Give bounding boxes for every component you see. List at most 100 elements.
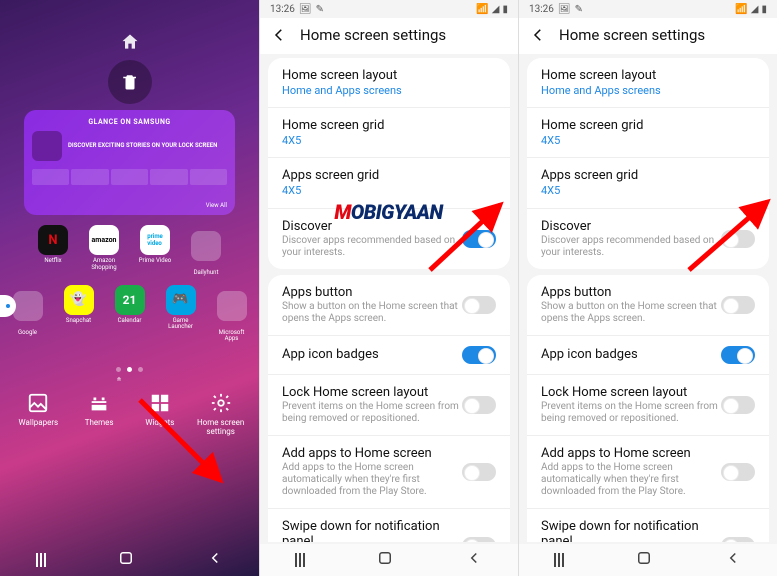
nav-bar — [0, 544, 259, 576]
item-subtitle: 4X5 — [541, 184, 755, 197]
nav-back[interactable] — [465, 549, 483, 571]
nav-recents[interactable] — [554, 553, 564, 567]
item-title: Home screen layout — [541, 68, 755, 83]
nav-home[interactable] — [117, 549, 135, 571]
settings-group: Apps buttonShow a button on the Home scr… — [527, 275, 769, 542]
widgets-button[interactable]: Widgets — [130, 392, 190, 437]
remove-page-button[interactable] — [108, 60, 152, 104]
item-title: Swipe down for notification panel — [541, 519, 721, 542]
app-calendar[interactable]: 21Calendar — [110, 285, 150, 343]
toggle-switch[interactable] — [462, 230, 496, 248]
toggle-switch[interactable] — [462, 537, 496, 542]
glance-viewall[interactable]: View All — [206, 202, 227, 209]
app-dailyhunt[interactable]: Dailyhunt — [186, 225, 226, 277]
item-title: Lock Home screen layout — [282, 385, 462, 400]
page-title: Home screen settings — [559, 26, 705, 44]
app-primevideo[interactable]: primevideoPrime Video — [135, 225, 175, 277]
item-title: Apps button — [282, 285, 462, 300]
settings-item[interactable]: Apps buttonShow a button on the Home scr… — [527, 275, 769, 335]
item-subtitle: Add apps to the Home screen automaticall… — [541, 462, 721, 498]
nav-bar — [260, 544, 518, 576]
settings-item[interactable]: Apps screen grid4X5 — [268, 157, 510, 207]
themes-button[interactable]: Themes — [69, 392, 129, 437]
back-icon[interactable] — [270, 26, 288, 44]
wifi-icon: 📶 — [735, 4, 747, 15]
toggle-switch[interactable] — [721, 463, 755, 481]
item-title: Lock Home screen layout — [541, 385, 721, 400]
settings-group: Apps buttonShow a button on the Home scr… — [268, 275, 510, 542]
app-gamelauncher[interactable]: 🎮Game Launcher — [161, 285, 201, 343]
nav-home[interactable] — [376, 549, 394, 571]
settings-item[interactable]: Home screen grid4X5 — [527, 107, 769, 157]
toggle-switch[interactable] — [721, 396, 755, 414]
toggle-switch[interactable] — [721, 346, 755, 364]
toggle-switch[interactable] — [462, 463, 496, 481]
home-screen-settings-button[interactable]: Home screen settings — [191, 392, 251, 437]
item-subtitle: Prevent items on the Home screen from be… — [541, 401, 721, 425]
toggle-switch[interactable] — [462, 296, 496, 314]
settings-group: Home screen layoutHome and Apps screensH… — [527, 58, 769, 269]
image-icon: 🖼 — [558, 4, 571, 15]
app-snapchat[interactable]: 👻Snapchat — [59, 285, 99, 343]
wallpapers-button[interactable]: Wallpapers — [8, 392, 68, 437]
nav-recents[interactable] — [36, 553, 46, 567]
item-title: Apps screen grid — [541, 168, 755, 183]
settings-group: Home screen layoutHome and Apps screensH… — [268, 58, 510, 269]
settings-item[interactable]: Home screen grid4X5 — [268, 107, 510, 157]
settings-item[interactable]: Lock Home screen layoutPrevent items on … — [527, 374, 769, 435]
home-edit-actions: Wallpapers Themes Widgets Home screen se… — [0, 372, 259, 437]
alarm-icon: ✎ — [316, 4, 324, 15]
settings-item[interactable]: Home screen layoutHome and Apps screens — [268, 58, 510, 107]
item-title: Swipe down for notification panel — [282, 519, 462, 542]
settings-item[interactable]: App icon badges — [527, 335, 769, 374]
settings-item[interactable]: DiscoverDiscover apps recommended based … — [268, 208, 510, 269]
nav-back[interactable] — [206, 549, 224, 571]
toggle-switch[interactable] — [462, 396, 496, 414]
glance-thumb — [32, 131, 62, 161]
item-title: Discover — [282, 219, 462, 234]
item-title: Add apps to Home screen — [541, 446, 721, 461]
settings-item[interactable]: Add apps to Home screenAdd apps to the H… — [527, 435, 769, 508]
settings-item[interactable]: Home screen layoutHome and Apps screens — [527, 58, 769, 107]
page-title: Home screen settings — [300, 26, 446, 44]
item-subtitle: Home and Apps screens — [541, 84, 755, 97]
glance-text: DISCOVER EXCITING STORIES ON YOUR LOCK S… — [68, 142, 217, 150]
image-icon: 🖼 — [299, 4, 312, 15]
toggle-switch[interactable] — [721, 230, 755, 248]
homescreen-edit-panel: GLANCE ON SAMSUNG DISCOVER EXCITING STOR… — [0, 0, 259, 576]
toggle-switch[interactable] — [721, 296, 755, 314]
alarm-icon: ✎ — [575, 4, 583, 15]
settings-item[interactable]: Swipe down for notification panelOpen th… — [527, 508, 769, 542]
toggle-switch[interactable] — [721, 537, 755, 542]
glance-title: GLANCE ON SAMSUNG — [32, 118, 227, 126]
nav-home[interactable] — [635, 549, 653, 571]
item-subtitle: Discover apps recommended based on your … — [541, 235, 721, 259]
settings-item[interactable]: Lock Home screen layoutPrevent items on … — [268, 374, 510, 435]
item-subtitle: 4X5 — [282, 134, 496, 147]
app-netflix[interactable]: NNetflix — [33, 225, 73, 277]
glance-thumb-strip — [32, 169, 227, 185]
settings-item[interactable]: Add apps to Home screenAdd apps to the H… — [268, 435, 510, 508]
glance-widget[interactable]: GLANCE ON SAMSUNG DISCOVER EXCITING STOR… — [24, 110, 235, 215]
app-amazon[interactable]: amazonAmazon Shopping — [84, 225, 124, 277]
settings-list[interactable]: Home screen layoutHome and Apps screensH… — [260, 54, 518, 542]
item-title: Apps screen grid — [282, 168, 496, 183]
settings-panel-discover-on: 13:26🖼✎ 📶◢▮ Home screen settings Home sc… — [259, 0, 518, 576]
signal-icon: ◢ — [492, 4, 500, 15]
settings-item[interactable]: Apps buttonShow a button on the Home scr… — [268, 275, 510, 335]
nav-back[interactable] — [724, 549, 742, 571]
settings-list[interactable]: Home screen layoutHome and Apps screensH… — [519, 54, 777, 542]
toggle-switch[interactable] — [462, 346, 496, 364]
folder-google[interactable]: Google — [8, 285, 48, 343]
settings-item[interactable]: App icon badges — [268, 335, 510, 374]
settings-item[interactable]: Apps screen grid4X5 — [527, 157, 769, 207]
item-title: Discover — [541, 219, 721, 234]
item-subtitle: Show a button on the Home screen that op… — [282, 301, 462, 325]
settings-item[interactable]: Swipe down for notification panelOpen th… — [268, 508, 510, 542]
settings-item[interactable]: DiscoverDiscover apps recommended based … — [527, 208, 769, 269]
folder-microsoft[interactable]: Microsoft Apps — [212, 285, 252, 343]
nav-recents[interactable] — [295, 553, 305, 567]
status-bar: 13:26🖼✎ 📶◢▮ — [519, 0, 777, 18]
back-icon[interactable] — [529, 26, 547, 44]
signal-icon: ◢ — [751, 4, 759, 15]
